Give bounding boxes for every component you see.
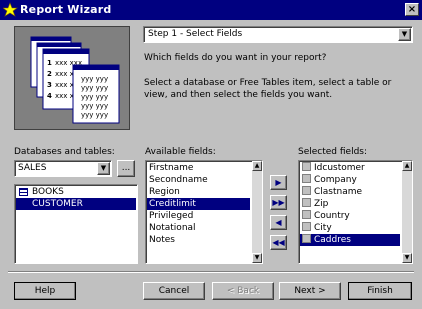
instruction-question: Which fields do you want in your report? <box>144 53 327 63</box>
available-field-item[interactable]: Creditlimit <box>147 198 250 210</box>
cancel-button[interactable]: Cancel <box>143 282 205 300</box>
add-field-button[interactable]: ▶ <box>270 175 287 190</box>
selected-field-name: City <box>314 223 332 233</box>
selected-field-item[interactable]: Company <box>300 174 400 186</box>
illustration-row-number: 2 <box>47 70 52 78</box>
footer-separator <box>8 271 414 273</box>
close-button[interactable]: × <box>405 3 419 16</box>
browse-database-button[interactable]: ... <box>117 160 135 177</box>
database-dropdown-icon[interactable]: ▼ <box>97 162 110 175</box>
available-fields-list[interactable]: Firstname Secondname Region Creditlimit Priv… <box>145 160 263 264</box>
remove-all-fields-button[interactable]: ◀◀ <box>270 235 287 250</box>
selected-fields-scrollbar[interactable]: ▲ ▼ <box>402 161 412 263</box>
selected-field-item[interactable]: Zip <box>300 198 400 210</box>
remove-field-button[interactable]: ◀ <box>270 215 287 230</box>
scroll-down-icon[interactable]: ▼ <box>402 253 412 263</box>
available-field-item[interactable]: Firstname <box>147 162 250 174</box>
drag-handle-icon[interactable] <box>302 234 311 243</box>
table-grid-icon <box>19 188 28 196</box>
step-select[interactable]: Step 1 - Select Fields ▼ <box>143 26 413 43</box>
scroll-down-icon[interactable]: ▼ <box>252 253 262 263</box>
illustration-detail-text: yyy yyy <box>81 111 108 119</box>
table-name: CUSTOMER <box>32 199 83 209</box>
drag-handle-icon[interactable] <box>302 198 311 207</box>
selected-field-item[interactable]: Idcustomer <box>300 162 400 174</box>
selected-field-item[interactable]: Country <box>300 210 400 222</box>
selected-fields-list[interactable]: Idcustomer Company Clastname Zip Country City… <box>298 160 413 264</box>
illustration-detail-text: yyy yyy <box>81 93 108 101</box>
finish-button[interactable]: Finish <box>348 282 412 300</box>
drag-handle-icon[interactable] <box>302 174 311 183</box>
next-button[interactable]: Next > <box>279 282 341 300</box>
selected-field-name: Zip <box>314 199 329 209</box>
step-select-dropdown-icon[interactable]: ▼ <box>398 28 411 41</box>
selected-field-name: Country <box>314 211 350 221</box>
step-select-value: Step 1 - Select Fields <box>148 29 243 39</box>
scroll-up-icon[interactable]: ▲ <box>252 161 262 171</box>
illustration-detail-text: yyy yyy <box>81 84 108 92</box>
selected-field-item[interactable]: City <box>300 222 400 234</box>
report-pages-illustration: 1 xxx xxx2 xxx xxx3 xxx xxx4 xxx xxx yyy yyy… <box>30 36 120 124</box>
illustration-row-number: 1 <box>47 59 52 67</box>
table-list-item[interactable]: BOOKS <box>16 186 136 198</box>
illustration-detail-text: yyy yyy <box>81 75 108 83</box>
scroll-up-icon[interactable]: ▲ <box>402 161 412 171</box>
available-fields-label: Available fields: <box>145 147 216 157</box>
databases-label: Databases and tables: <box>14 147 115 157</box>
drag-handle-icon[interactable] <box>302 162 311 171</box>
database-select-value: SALES <box>18 163 47 173</box>
table-name: BOOKS <box>32 187 64 197</box>
selected-field-item[interactable]: Clastname <box>300 186 400 198</box>
illustration-row-number: 3 <box>47 81 52 89</box>
selected-field-name: Company <box>314 175 357 185</box>
wizard-illustration: 1 xxx xxx 2 xxx xxx 3 xxx xxx 4 xxx xxx yyy yyy… <box>14 26 130 130</box>
selected-field-name: Idcustomer <box>314 163 365 173</box>
selected-fields-label: Selected fields: <box>298 147 368 157</box>
available-fields-scrollbar[interactable]: ▲ ▼ <box>252 161 262 263</box>
add-all-fields-button[interactable]: ▶▶ <box>270 195 287 210</box>
instruction-detail: Select a database or Free Tables item, s… <box>144 78 392 100</box>
available-field-item[interactable]: Notes <box>147 234 250 246</box>
database-select[interactable]: SALES ▼ <box>14 160 112 177</box>
illustration-row-number: 4 <box>47 92 52 100</box>
tables-list[interactable]: BOOKS CUSTOMER <box>14 184 138 264</box>
available-field-item[interactable]: Region <box>147 186 250 198</box>
table-list-item[interactable]: CUSTOMER <box>16 198 136 210</box>
window-title: Report Wizard <box>20 3 112 16</box>
available-field-item[interactable]: Notational <box>147 222 250 234</box>
available-field-item[interactable]: Secondname <box>147 174 250 186</box>
drag-handle-icon[interactable] <box>302 222 311 231</box>
selected-field-name: Clastname <box>314 187 363 197</box>
drag-handle-icon[interactable] <box>302 210 311 219</box>
illustration-detail-text: yyy yyy <box>81 102 108 110</box>
title-bar: Report Wizard × <box>0 0 422 20</box>
available-field-item[interactable]: Privileged <box>147 210 250 222</box>
back-button[interactable]: < Back <box>212 282 274 300</box>
wizard-wand-icon <box>3 2 18 17</box>
selected-field-item[interactable]: Caddres <box>300 234 400 246</box>
selected-field-name: Caddres <box>314 235 351 245</box>
help-button[interactable]: Help <box>14 282 76 300</box>
drag-handle-icon[interactable] <box>302 186 311 195</box>
